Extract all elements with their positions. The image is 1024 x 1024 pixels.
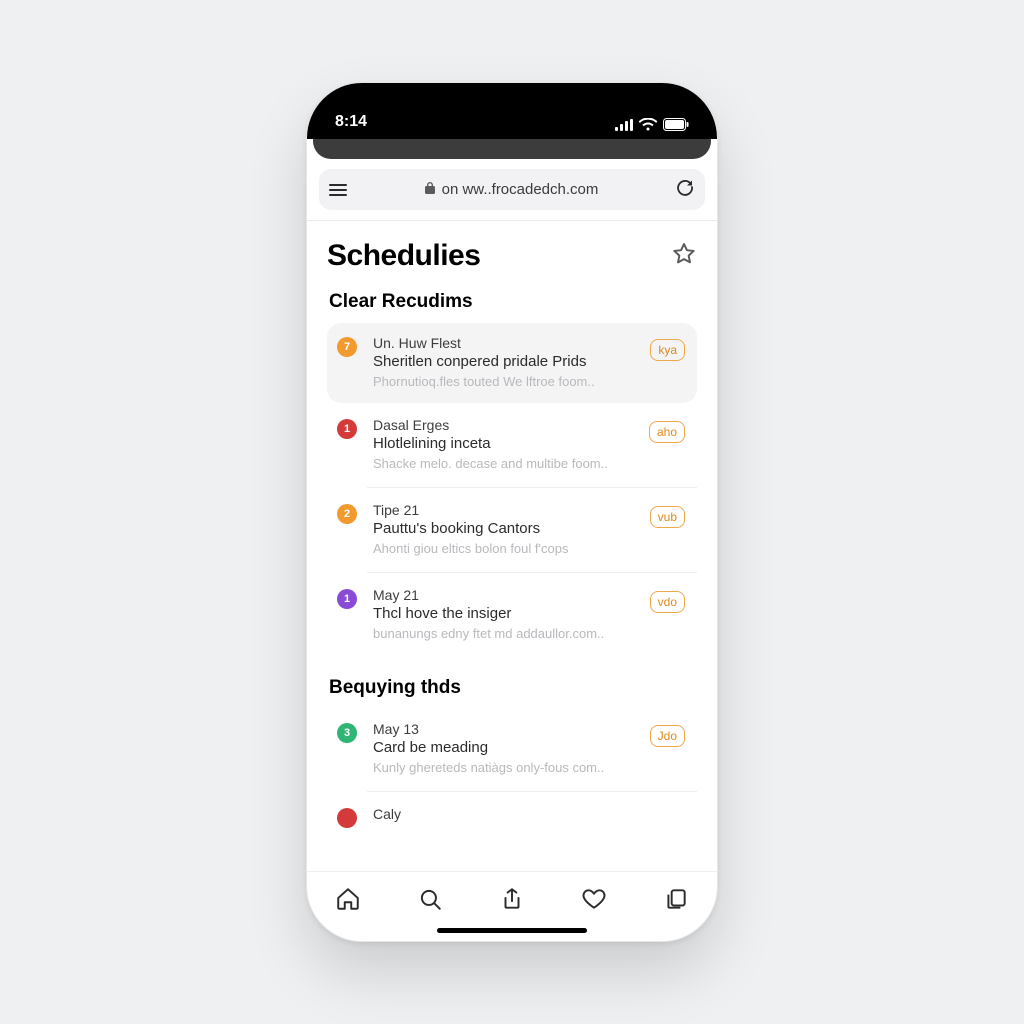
clock: 8:14: [335, 113, 367, 131]
statusbar-shelf: [313, 139, 711, 159]
count-badge: 3: [337, 723, 357, 743]
url-display[interactable]: on ww..frocadedch.com: [359, 181, 663, 199]
item-overline: Dasal Erges: [373, 417, 637, 433]
list-item[interactable]: Caly: [327, 794, 697, 828]
item-subtitle: bunanungs edny ftet md addaullor.com..: [373, 626, 633, 641]
cellular-icon: [615, 119, 633, 131]
phone-frame: 8:14 on ww..frocadedch.com: [306, 82, 718, 942]
item-overline: Tipe 21: [373, 502, 638, 518]
count-badge: 7: [337, 337, 357, 357]
reload-icon[interactable]: [675, 177, 695, 202]
list-item[interactable]: 3 May 13 Card be meading Kunly ghereteds…: [327, 709, 697, 789]
item-title: Card be meading: [373, 739, 638, 756]
item-subtitle: Shacke melo. decase and multibe foom..: [373, 456, 633, 471]
star-icon[interactable]: [671, 241, 697, 272]
item-tag[interactable]: vub: [650, 506, 685, 528]
divider: [367, 572, 697, 573]
browser-toolbar: on ww..frocadedch.com: [307, 159, 717, 221]
item-subtitle: Kunly ghereteds natiàgs only-fous com..: [373, 760, 633, 775]
lock-icon: [424, 181, 436, 199]
tab-bar: [307, 871, 717, 941]
url-text: on ww..frocadedch.com: [442, 181, 599, 198]
item-subtitle: Ahonti giou eltics bolon foul f'cops: [373, 541, 633, 556]
wifi-icon: [639, 118, 657, 131]
page-content: Schedulies Clear Recudims 7 Un. Huw Fles…: [307, 221, 717, 875]
copy-icon[interactable]: [659, 882, 693, 916]
item-title: Thcl hove the insiger: [373, 605, 638, 622]
count-badge: [337, 808, 357, 828]
count-badge: 1: [337, 419, 357, 439]
item-title: Sheritlen conpered pridale Prids: [373, 353, 638, 370]
item-title: Hlotlelining inceta: [373, 435, 637, 452]
heart-icon[interactable]: [577, 882, 611, 916]
item-tag[interactable]: Jdo: [650, 725, 685, 747]
section-title-2: Bequying thds: [329, 677, 697, 699]
battery-icon: [663, 118, 689, 131]
list-item[interactable]: 1 May 21 Thcl hove the insiger bunanungs…: [327, 575, 697, 655]
home-icon[interactable]: [331, 882, 365, 916]
menu-icon[interactable]: [329, 184, 347, 196]
item-title: Pauttu's booking Cantors: [373, 520, 638, 537]
item-tag[interactable]: aho: [649, 421, 685, 443]
item-overline: May 21: [373, 587, 638, 603]
status-indicators: [615, 118, 689, 131]
count-badge: 1: [337, 589, 357, 609]
home-indicator: [437, 928, 587, 933]
item-tag[interactable]: kya: [650, 339, 685, 361]
section-title-1: Clear Recudims: [329, 291, 697, 313]
item-subtitle: Phornutioq.fles touted We lftroe foom..: [373, 374, 633, 389]
page-title: Schedulies: [327, 239, 480, 273]
url-bar[interactable]: on ww..frocadedch.com: [319, 169, 705, 210]
search-icon[interactable]: [413, 882, 447, 916]
statusbar: 8:14: [307, 83, 717, 139]
list-item[interactable]: 1 Dasal Erges Hlotlelining inceta Shacke…: [327, 405, 697, 485]
item-overline: Caly: [373, 806, 673, 822]
list-item[interactable]: 7 Un. Huw Flest Sheritlen conpered prida…: [327, 323, 697, 403]
item-overline: Un. Huw Flest: [373, 335, 638, 351]
divider: [367, 487, 697, 488]
count-badge: 2: [337, 504, 357, 524]
share-icon[interactable]: [495, 882, 529, 916]
item-tag[interactable]: vdo: [650, 591, 685, 613]
item-overline: May 13: [373, 721, 638, 737]
divider: [367, 791, 697, 792]
list-item[interactable]: 2 Tipe 21 Pauttu's booking Cantors Ahont…: [327, 490, 697, 570]
